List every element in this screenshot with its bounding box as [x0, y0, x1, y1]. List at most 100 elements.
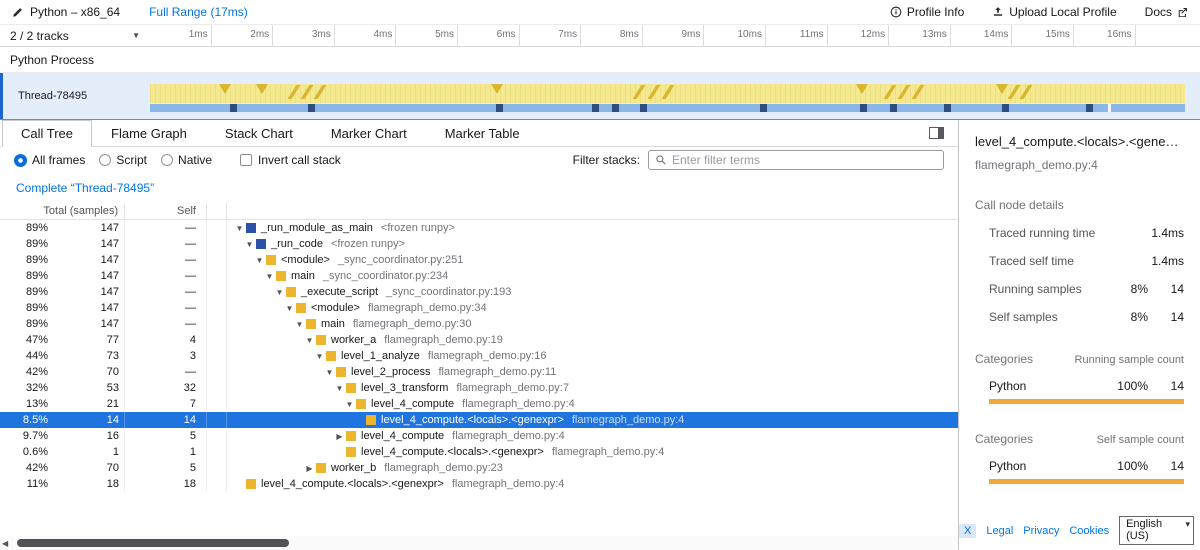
call-node-details: Traced running time1.4msTraced self time… — [975, 226, 1184, 324]
upload-profile-button[interactable]: Upload Local Profile — [992, 5, 1116, 19]
table-row[interactable]: 32%5332▼level_3_transformflamegraph_demo… — [0, 380, 958, 396]
tab-flame-graph[interactable]: Flame Graph — [92, 120, 206, 146]
table-row[interactable]: 89%147—▼mainflamegraph_demo.py:30 — [0, 316, 958, 332]
table-row[interactable]: 11%1818level_4_compute.<locals>.<genexpr… — [0, 476, 958, 492]
collapse-icon[interactable]: ▼ — [263, 272, 276, 281]
footer-link-cookies[interactable]: Cookies — [1069, 525, 1109, 537]
radio-all-frames[interactable]: All frames — [14, 153, 85, 167]
category-strip — [207, 316, 227, 332]
total-samples: 73 — [48, 348, 125, 364]
category-strip — [207, 476, 227, 492]
function-cell: level_4_compute.<locals>.<genexpr>flameg… — [227, 476, 958, 492]
detail-label: Running samples — [989, 282, 1082, 296]
ruler-tick: 8ms — [581, 25, 643, 46]
radio-native[interactable]: Native — [161, 153, 212, 167]
horizontal-scrollbar[interactable]: ◀ — [0, 536, 958, 550]
scroll-left-arrow-icon[interactable]: ◀ — [2, 539, 8, 548]
collapse-icon[interactable]: ▼ — [293, 320, 306, 329]
collapse-icon[interactable]: ▼ — [303, 336, 316, 345]
tab-call-tree[interactable]: Call Tree — [2, 120, 92, 147]
docs-label: Docs — [1145, 5, 1172, 19]
table-row[interactable]: 89%147—▼_run_module_as_main<frozen runpy… — [0, 220, 958, 236]
table-row[interactable]: 89%147—▼_run_code<frozen runpy> — [0, 236, 958, 252]
category-square-icon — [346, 383, 356, 393]
tab-stack-chart[interactable]: Stack Chart — [206, 120, 312, 146]
marker-slash-icon — [301, 85, 314, 99]
collapse-icon[interactable]: ▼ — [233, 224, 246, 233]
footer-link-x[interactable]: X — [959, 524, 976, 538]
total-percent: 89% — [0, 284, 48, 300]
table-row[interactable]: 44%733▼level_1_analyzeflamegraph_demo.py… — [0, 348, 958, 364]
table-row[interactable]: 89%147—▼main_sync_coordinator.py:234 — [0, 268, 958, 284]
breadcrumb[interactable]: Complete “Thread-78495” — [8, 177, 162, 199]
sample-strip[interactable] — [150, 104, 1185, 112]
thread-track[interactable]: Thread-78495 — [0, 73, 1200, 119]
scrollbar-thumb[interactable] — [17, 539, 289, 547]
footer-link-privacy[interactable]: Privacy — [1023, 525, 1059, 537]
docs-link[interactable]: Docs — [1145, 5, 1188, 19]
table-row[interactable]: 0.6%11level_4_compute.<locals>.<genexpr>… — [0, 444, 958, 460]
collapse-icon[interactable]: ▼ — [243, 240, 256, 249]
expand-icon[interactable]: ▶ — [333, 432, 346, 441]
profile-title[interactable]: Python – x86_64 — [30, 5, 120, 19]
self-samples: 18 — [125, 476, 207, 492]
table-row[interactable]: 89%147—▼_execute_script_sync_coordinator… — [0, 284, 958, 300]
flame-band[interactable] — [150, 84, 1185, 103]
function-location: flamegraph_demo.py:16 — [428, 350, 547, 362]
collapse-icon[interactable]: ▼ — [333, 384, 346, 393]
breadcrumb-row: Complete “Thread-78495” — [0, 173, 958, 203]
function-location: _sync_coordinator.py:251 — [338, 254, 463, 266]
table-row[interactable]: 42%70—▼level_2_processflamegraph_demo.py… — [0, 364, 958, 380]
total-samples-column-header[interactable]: Total (samples) — [0, 203, 125, 219]
category-strip — [207, 300, 227, 316]
invert-call-stack-checkbox[interactable]: Invert call stack — [240, 153, 341, 167]
marker-triangle-icon — [856, 84, 868, 94]
marker-slash-icon — [287, 85, 300, 99]
tab-marker-table[interactable]: Marker Table — [426, 120, 539, 146]
collapse-icon[interactable]: ▼ — [273, 288, 286, 297]
function-name: level_3_transform — [361, 382, 448, 394]
process-track[interactable]: Python Process — [0, 47, 1200, 73]
self-column-header[interactable]: Self — [125, 203, 207, 219]
table-row[interactable]: 9.7%165▶level_4_computeflamegraph_demo.p… — [0, 428, 958, 444]
thread-track-label[interactable]: Thread-78495 — [3, 73, 150, 119]
table-row[interactable]: 13%217▼level_4_computeflamegraph_demo.py… — [0, 396, 958, 412]
total-samples: 21 — [48, 396, 125, 412]
tab-marker-chart[interactable]: Marker Chart — [312, 120, 426, 146]
call-node-sidebar: level_4_compute.<locals>.<genexpr> flame… — [958, 120, 1200, 550]
radio-text: Native — [178, 153, 212, 167]
collapse-icon[interactable]: ▼ — [283, 304, 296, 313]
sidebar-toggle-icon[interactable] — [929, 127, 944, 139]
function-location: _sync_coordinator.py:234 — [323, 270, 448, 282]
table-row[interactable]: 47%774▼worker_aflamegraph_demo.py:19 — [0, 332, 958, 348]
expand-icon[interactable]: ▶ — [303, 464, 316, 473]
function-location: flamegraph_demo.py:4 — [552, 446, 665, 458]
profile-info-button[interactable]: Profile Info — [890, 5, 964, 19]
edit-profile-name-icon[interactable] — [12, 7, 23, 18]
detail-label: Traced self time — [989, 254, 1074, 268]
cpu-sample-segment — [760, 104, 767, 112]
collapse-icon[interactable]: ▼ — [253, 256, 266, 265]
table-row[interactable]: 89%147—▼<module>_sync_coordinator.py:251 — [0, 252, 958, 268]
function-location: _sync_coordinator.py:193 — [386, 286, 511, 298]
collapse-icon[interactable]: ▼ — [323, 368, 336, 377]
table-row[interactable]: 89%147—▼<module>flamegraph_demo.py:34 — [0, 300, 958, 316]
table-row[interactable]: 42%705▶worker_bflamegraph_demo.py:23 — [0, 460, 958, 476]
thread-activity-canvas[interactable] — [150, 84, 1185, 111]
language-select[interactable]: English (US) — [1119, 516, 1194, 545]
radio-script[interactable]: Script — [99, 153, 147, 167]
category-square-icon — [346, 447, 356, 457]
collapse-icon[interactable]: ▼ — [343, 400, 356, 409]
footer-link-legal[interactable]: Legal — [986, 525, 1013, 537]
full-range-link[interactable]: Full Range (17ms) — [149, 5, 248, 19]
detail-values: 1.4ms — [1148, 254, 1184, 268]
total-samples: 147 — [48, 252, 125, 268]
filter-input[interactable] — [672, 153, 937, 167]
self-samples: — — [125, 252, 207, 268]
frame-radio-group: All frames Script Native — [14, 153, 212, 167]
tracks-dropdown[interactable]: 2 / 2 tracks ▼ — [0, 25, 150, 46]
marker-slash-icon — [912, 85, 925, 99]
collapse-icon[interactable]: ▼ — [313, 352, 326, 361]
table-row[interactable]: 8.5%1414level_4_compute.<locals>.<genexp… — [0, 412, 958, 428]
radio-icon — [99, 154, 111, 166]
